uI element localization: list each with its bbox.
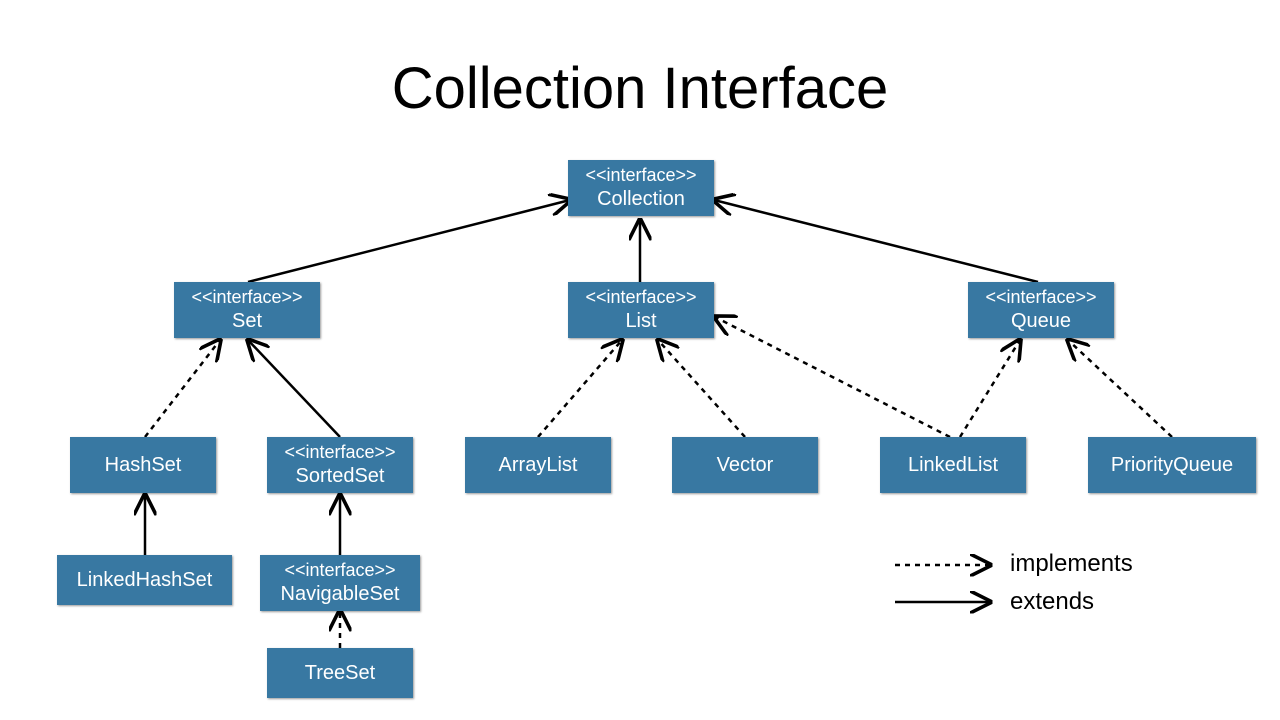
page-title: Collection Interface: [0, 55, 1280, 122]
node-linkedhashset: LinkedHashSet: [57, 555, 232, 605]
node-label: Collection: [597, 187, 685, 211]
node-queue: <<interface>> Queue: [968, 282, 1114, 338]
stereotype-label: <<interface>>: [284, 560, 395, 582]
node-label: List: [625, 309, 656, 333]
node-label: Vector: [717, 453, 774, 477]
node-list: <<interface>> List: [568, 282, 714, 338]
node-linkedlist: LinkedList: [880, 437, 1026, 493]
node-priorityqueue: PriorityQueue: [1088, 437, 1256, 493]
node-label: PriorityQueue: [1111, 453, 1233, 477]
stereotype-label: <<interface>>: [191, 287, 302, 309]
stereotype-label: <<interface>>: [585, 165, 696, 187]
diagram-stage: Collection Interface: [0, 0, 1280, 720]
node-label: NavigableSet: [281, 582, 400, 606]
node-label: SortedSet: [296, 464, 385, 488]
node-vector: Vector: [672, 437, 818, 493]
node-arraylist: ArrayList: [465, 437, 611, 493]
legend-extends: extends: [1010, 588, 1094, 616]
node-treeset: TreeSet: [267, 648, 413, 698]
node-label: HashSet: [105, 453, 182, 477]
node-label: Queue: [1011, 309, 1071, 333]
node-collection: <<interface>> Collection: [568, 160, 714, 216]
node-sortedset: <<interface>> SortedSet: [267, 437, 413, 493]
node-label: LinkedList: [908, 453, 998, 477]
node-label: TreeSet: [305, 661, 375, 685]
node-label: Set: [232, 309, 262, 333]
node-hashset: HashSet: [70, 437, 216, 493]
node-navigableset: <<interface>> NavigableSet: [260, 555, 420, 611]
stereotype-label: <<interface>>: [585, 287, 696, 309]
legend-implements: implements: [1010, 550, 1133, 578]
node-label: LinkedHashSet: [77, 568, 213, 592]
node-label: ArrayList: [499, 453, 578, 477]
stereotype-label: <<interface>>: [985, 287, 1096, 309]
node-set: <<interface>> Set: [174, 282, 320, 338]
stereotype-label: <<interface>>: [284, 442, 395, 464]
